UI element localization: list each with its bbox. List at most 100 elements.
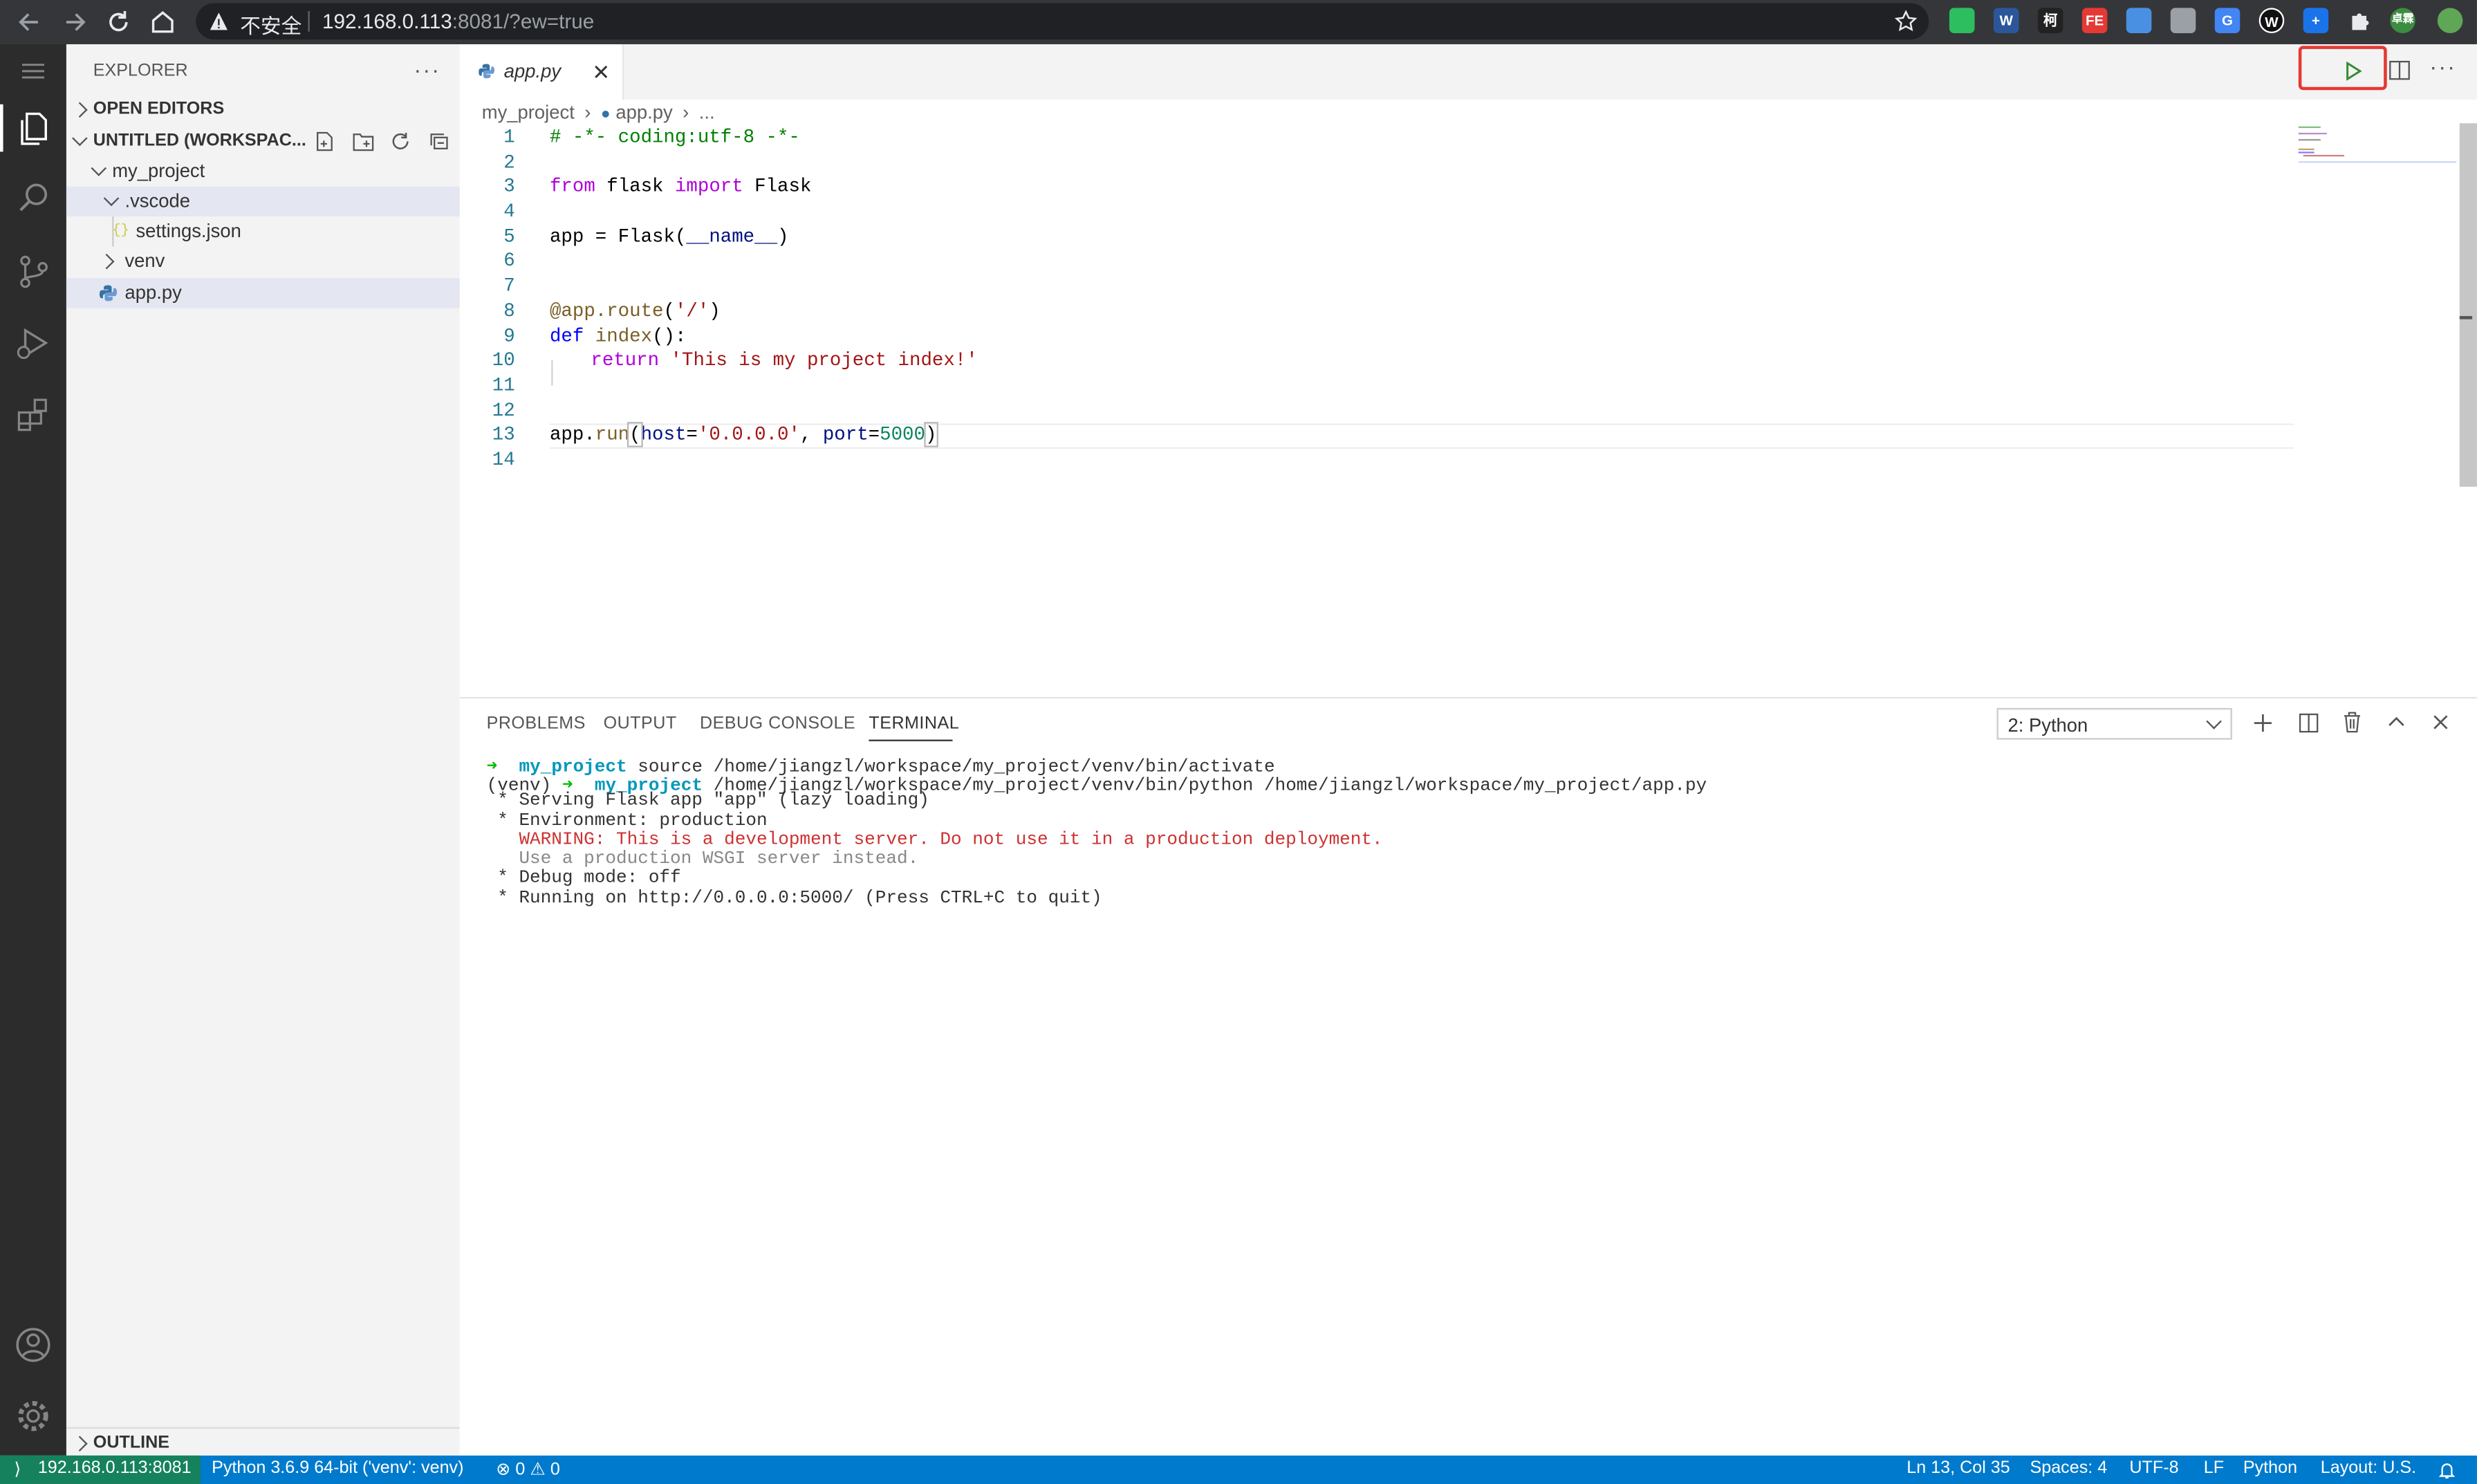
keyword: return (591, 349, 660, 372)
url-divider (308, 10, 310, 32)
paren: (): (652, 325, 687, 348)
run-python-file-icon[interactable] (2344, 62, 2362, 81)
breadcrumb-more[interactable]: ... (699, 101, 715, 123)
new-file-icon[interactable] (315, 131, 335, 152)
source-control-icon[interactable] (11, 250, 55, 294)
problems-indicator[interactable]: ⊗ 0 ⚠ 0 (496, 1458, 560, 1479)
close-panel-icon[interactable] (2433, 714, 2449, 730)
word-icon[interactable]: W (1993, 8, 2019, 33)
fe-icon[interactable]: FE (2081, 8, 2108, 33)
extensions-icon[interactable] (11, 393, 55, 438)
tree-label: my_project (112, 159, 205, 182)
warning-icon (210, 12, 228, 30)
tree-item-vscode[interactable]: .vscode (66, 186, 460, 217)
code-line-5[interactable]: app = Flask(__name__) (550, 226, 789, 248)
run-debug-icon[interactable] (11, 321, 55, 365)
tree-item-app-py[interactable]: app.py (66, 278, 460, 308)
error-count: 0 (515, 1460, 526, 1480)
minimap-line (2298, 132, 2327, 135)
chevron-up-icon[interactable] (2387, 714, 2406, 730)
add-terminal-icon[interactable] (2253, 713, 2274, 734)
function-name: index (595, 325, 653, 348)
editor-area: app.py ··· my_project › ● app.py › ... #… (459, 44, 2477, 697)
tab-terminal[interactable]: TERMINAL (869, 714, 959, 733)
notifications-bell-icon[interactable] (2438, 1460, 2456, 1479)
avatar[interactable]: 卓霖 (2390, 8, 2415, 33)
outline-section[interactable]: OUTLINE (66, 1427, 460, 1456)
run-button-highlight (2298, 46, 2387, 91)
param: port (822, 423, 869, 446)
code-line-13[interactable]: app.run(host='0.0.0.0', port=5000) (550, 422, 938, 447)
breadcrumb-file[interactable]: app.py (615, 101, 672, 123)
files-icon[interactable] (11, 106, 55, 150)
end-of-line[interactable]: LF (2204, 1458, 2224, 1477)
tree-item-my-project[interactable]: my_project (66, 156, 460, 186)
split-editor-icon[interactable] (2388, 60, 2411, 81)
paren: ( (674, 225, 687, 248)
indentation[interactable]: Spaces: 4 (2030, 1458, 2107, 1477)
evernote-icon[interactable] (1949, 8, 1975, 33)
more-actions-icon[interactable]: ··· (2429, 54, 2456, 80)
python-file-icon (479, 64, 495, 79)
trash-icon[interactable] (2343, 711, 2362, 733)
cursor-position[interactable]: Ln 13, Col 35 (1907, 1458, 2010, 1477)
collapse-all-icon[interactable] (429, 131, 450, 152)
accounts-icon[interactable] (11, 1323, 55, 1367)
python-interpreter[interactable]: Python 3.6.9 64-bit ('venv': venv) (212, 1458, 463, 1477)
code-line-1[interactable]: # -*- coding:utf-8 -*- (550, 127, 800, 149)
split-terminal-icon[interactable] (2299, 713, 2319, 734)
code-line-8[interactable]: @app.route('/') (550, 300, 721, 322)
code-line-3[interactable]: from flask import Flask (550, 176, 811, 198)
more-actions-icon[interactable]: ··· (414, 57, 441, 82)
encoding[interactable]: UTF-8 (2129, 1458, 2178, 1477)
breadcrumb-folder[interactable]: my_project (482, 101, 575, 123)
code-line-9[interactable]: def index(): (550, 326, 686, 348)
ke-icon[interactable]: 柯 (2037, 8, 2063, 33)
menu-icon[interactable] (11, 49, 55, 93)
update-icon[interactable] (2437, 8, 2463, 33)
plus-extension-icon[interactable]: + (2303, 8, 2329, 33)
python-file-icon: ● (600, 106, 611, 124)
close-icon[interactable] (594, 65, 609, 80)
code-line-10[interactable]: return 'This is my project index!' (591, 349, 977, 371)
scrollbar-marker (2459, 316, 2473, 319)
status-bar: ⟩ 192.168.0.113:8081 Python 3.6.9 64-bit… (0, 1455, 2477, 1484)
tab-problems[interactable]: PROBLEMS (487, 714, 586, 733)
puzzle-icon[interactable] (2347, 8, 2373, 33)
screen: 不安全 192.168.0.113:8081/?ew=true W 柯 FE G W + 卓… (0, 0, 2477, 1484)
bookmark-star-icon[interactable] (1894, 10, 1918, 33)
translate-icon[interactable]: G (2214, 8, 2241, 33)
tab-output[interactable]: OUTPUT (604, 714, 677, 733)
tab-app-py[interactable]: app.py (459, 44, 624, 100)
terminal-select[interactable]: 2: Python (1996, 707, 2232, 740)
refresh-icon[interactable] (390, 131, 411, 152)
open-editors-section[interactable]: OPEN EDITORS (66, 95, 460, 124)
minimap[interactable] (2297, 123, 2457, 171)
tree-item-venv[interactable]: venv (66, 247, 460, 277)
new-folder-icon[interactable] (352, 131, 374, 152)
tab-debug-console[interactable]: DEBUG CONSOLE (700, 714, 855, 733)
tree-item-settings-json[interactable]: {} settings.json (66, 216, 460, 247)
reload-icon[interactable] (102, 6, 134, 38)
settings-gear-icon[interactable] (11, 1394, 55, 1438)
forward-icon[interactable] (59, 6, 91, 38)
back-icon[interactable] (15, 6, 46, 38)
workspace-section[interactable]: UNTITLED (WORKSPAC... (66, 127, 460, 156)
terminal-line: Use a production WSGI server instead. (486, 850, 919, 869)
vue-icon[interactable] (2170, 8, 2196, 33)
line-number: 9 (503, 325, 515, 348)
module-name: flask (595, 175, 675, 198)
diamond-icon[interactable] (2126, 8, 2152, 33)
w-circle-icon[interactable]: W (2258, 8, 2285, 33)
outline-label: OUTLINE (93, 1433, 170, 1453)
paren: ) (923, 422, 938, 447)
minimap-line (2298, 148, 2314, 151)
language-mode[interactable]: Python (2243, 1458, 2297, 1477)
keyboard-layout[interactable]: Layout: U.S. (2321, 1458, 2416, 1477)
home-icon[interactable] (147, 6, 178, 38)
editor-scrollbar[interactable] (2459, 123, 2477, 487)
address-bar[interactable]: 不安全 192.168.0.113:8081/?ew=true (196, 3, 1929, 40)
remote-indicator[interactable]: ⟩ 192.168.0.113:8081 (0, 1455, 201, 1484)
search-icon[interactable] (11, 177, 55, 221)
